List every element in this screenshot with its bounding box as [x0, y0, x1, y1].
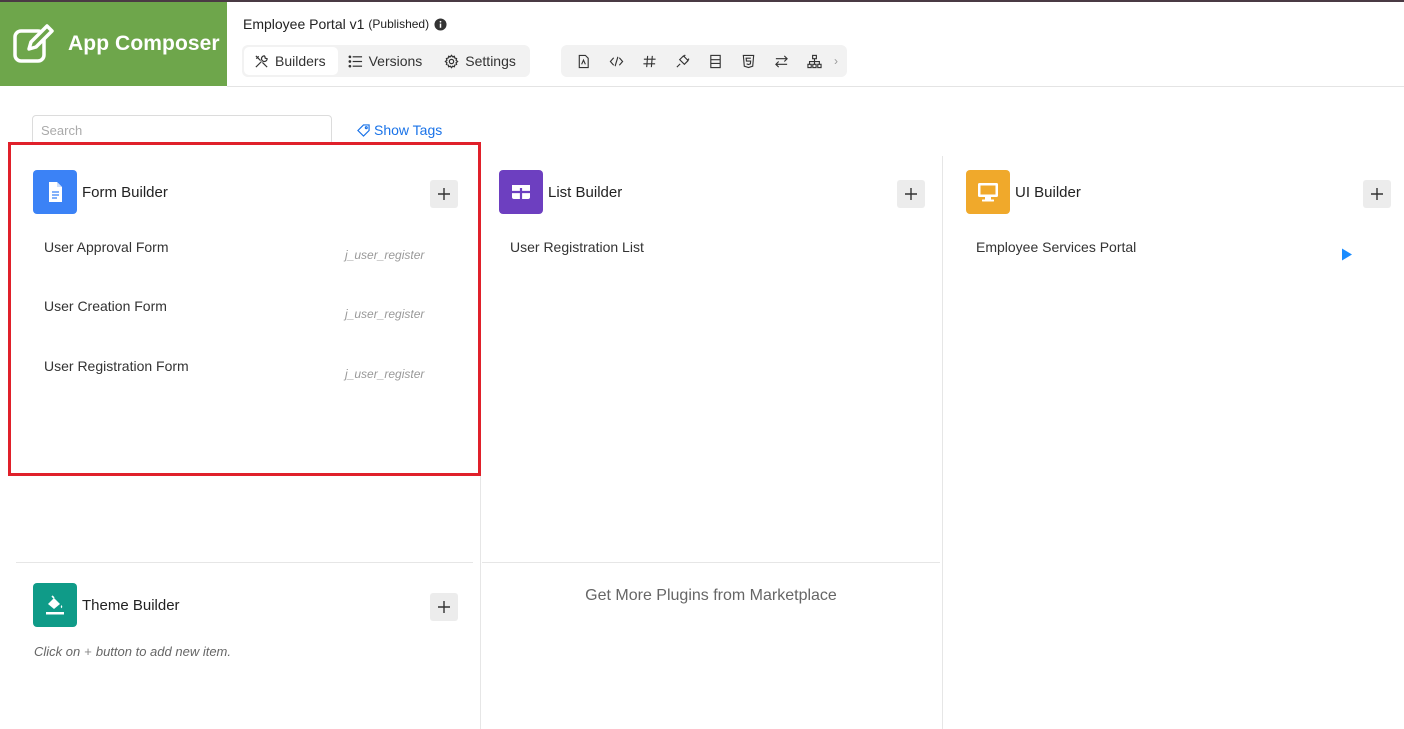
item-tag: j_user_register: [345, 367, 425, 381]
add-theme-button[interactable]: [430, 593, 458, 621]
list-item[interactable]: User Creation Form: [44, 298, 167, 314]
list-icon: [348, 54, 362, 68]
add-form-button[interactable]: [430, 180, 458, 208]
theme-builder-header: Theme Builder: [33, 583, 180, 627]
column-divider: [942, 156, 943, 729]
table-icon: [512, 185, 530, 199]
plus-icon: [438, 601, 450, 613]
tool-sitemap[interactable]: [798, 47, 831, 75]
row-divider: [16, 562, 473, 563]
list-builder-title: List Builder: [548, 183, 623, 201]
tool-plug[interactable]: [666, 47, 699, 75]
info-icon[interactable]: [434, 17, 447, 31]
show-tags-label: Show Tags: [374, 122, 443, 138]
document-icon: [49, 182, 62, 202]
item-tag: j_user_register: [345, 307, 425, 321]
tools-icon: [255, 54, 268, 68]
plug-icon: [676, 54, 690, 68]
search-input[interactable]: [32, 115, 332, 145]
form-builder-title: Form Builder: [82, 183, 168, 201]
ui-builder-header: UI Builder: [966, 170, 1081, 214]
paint-bucket-icon: [46, 595, 64, 615]
tab-settings-label: Settings: [465, 53, 516, 69]
list-builder-icon-box: [499, 170, 543, 214]
column-divider: [480, 156, 481, 729]
hint-text-after: button to add new item.: [95, 644, 231, 659]
play-icon[interactable]: [1341, 248, 1353, 261]
plus-icon: [438, 188, 450, 200]
arrows-swap-icon: [775, 54, 788, 68]
tag-icon: [357, 123, 370, 137]
theme-builder-icon-box: [33, 583, 77, 627]
row-divider: [482, 562, 940, 563]
ui-builder-title: UI Builder: [1015, 183, 1081, 201]
tool-swap[interactable]: [765, 47, 798, 75]
panel-icon: [710, 54, 721, 68]
add-list-button[interactable]: [897, 180, 925, 208]
sitemap-icon: [807, 54, 822, 68]
tab-builders[interactable]: Builders: [244, 47, 338, 75]
list-builder-header: List Builder: [499, 170, 622, 214]
tab-settings[interactable]: Settings: [434, 47, 528, 75]
file-icon: [578, 54, 589, 68]
portal-name: Employee Portal v1: [243, 16, 365, 32]
toolbar: ›: [561, 45, 847, 77]
tab-versions[interactable]: Versions: [338, 47, 435, 75]
add-ui-button[interactable]: [1363, 180, 1391, 208]
brand-bar[interactable]: App Composer: [0, 2, 227, 86]
list-item[interactable]: User Registration Form: [44, 358, 189, 374]
theme-builder-title: Theme Builder: [82, 596, 180, 614]
form-builder-icon-box: [33, 170, 77, 214]
tool-file[interactable]: [567, 47, 600, 75]
hint-plus: +: [84, 644, 92, 659]
tool-code[interactable]: [600, 47, 633, 75]
marketplace-link[interactable]: Get More Plugins from Marketplace: [482, 587, 940, 605]
header: Employee Portal v1 (Published) Builders: [227, 2, 1404, 87]
tab-builders-label: Builders: [275, 53, 326, 69]
empty-hint: Click on + button to add new item.: [34, 644, 231, 659]
main-tabs: Builders Versions Settings: [242, 45, 530, 77]
tool-panel[interactable]: [699, 47, 732, 75]
portal-title: Employee Portal v1 (Published): [243, 16, 447, 32]
plus-icon: [1371, 188, 1383, 200]
list-item[interactable]: User Approval Form: [44, 239, 168, 255]
ui-builder-icon-box: [966, 170, 1010, 214]
app-title: App Composer: [68, 32, 220, 55]
edit-icon: [13, 24, 54, 63]
tab-versions-label: Versions: [368, 53, 423, 69]
gear-icon: [444, 53, 459, 69]
monitor-icon: [978, 183, 998, 202]
form-builder-header: Form Builder: [33, 170, 168, 214]
chevron-right-icon[interactable]: ›: [831, 47, 841, 75]
list-item[interactable]: User Registration List: [510, 239, 644, 255]
html-icon: [742, 54, 755, 68]
hint-text-before: Click on: [34, 644, 81, 659]
list-item[interactable]: Employee Services Portal: [976, 239, 1136, 255]
tool-hash[interactable]: [633, 47, 666, 75]
code-icon: [609, 56, 624, 66]
tool-html[interactable]: [732, 47, 765, 75]
show-tags-link[interactable]: Show Tags: [357, 122, 442, 138]
plus-icon: [905, 188, 917, 200]
item-tag: j_user_register: [345, 248, 425, 262]
hash-icon: [643, 55, 656, 67]
portal-status: (Published): [368, 17, 430, 31]
